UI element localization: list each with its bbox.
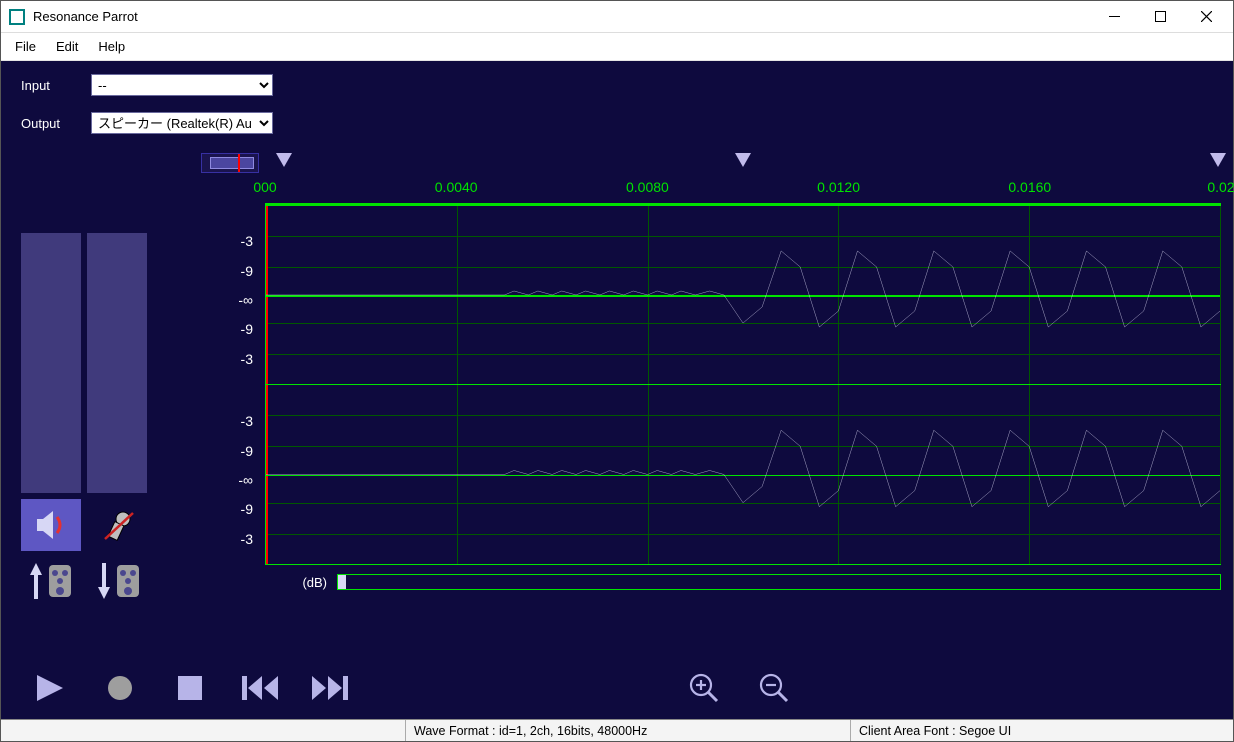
db-tick: -3 — [193, 413, 253, 429]
meter-right — [87, 233, 147, 493]
transport-bar — [1, 661, 1233, 719]
output-select[interactable]: スピーカー (Realtek(R) Au — [91, 112, 273, 134]
time-marker[interactable] — [276, 153, 292, 167]
db-tick: -∞ — [193, 472, 253, 488]
track-right[interactable] — [265, 385, 1221, 565]
db-scale: -3 -9 -∞ -9 -3 -3 -9 -∞ -9 -3 — [193, 151, 265, 661]
input-label: Input — [21, 78, 91, 93]
tracks — [265, 205, 1221, 565]
left-panel — [21, 151, 183, 661]
status-bar: Wave Format : id=1, 2ch, 16bits, 48000Hz… — [1, 719, 1233, 741]
effects-up-button[interactable] — [21, 555, 81, 607]
skip-start-button[interactable] — [231, 669, 289, 707]
db-tick: -9 — [193, 321, 253, 337]
h-zoom-in-button[interactable] — [675, 669, 733, 707]
app-icon — [9, 9, 25, 25]
client-area: Input -- Output スピーカー (Realtek(R) Au — [1, 61, 1233, 719]
db-tick: -3 — [193, 531, 253, 547]
db-tick: -3 — [193, 351, 253, 367]
io-panel: Input -- Output スピーカー (Realtek(R) Au — [1, 61, 1233, 151]
workspace: -3-9-∞-9-3-3-9-∞-9-3 (Sec) 0000.00400.00… — [1, 151, 1233, 661]
app-window: Resonance Parrot File Edit Help Input --… — [0, 0, 1234, 742]
db-unit-label: (dB) — [265, 575, 337, 590]
output-label: Output — [21, 116, 91, 131]
status-font: Client Area Font : Segoe UI — [851, 720, 1233, 741]
time-tick: 0.0120 — [817, 179, 860, 195]
maximize-button[interactable] — [1137, 2, 1183, 32]
time-tick: 0.0160 — [1008, 179, 1051, 195]
record-button[interactable] — [91, 669, 149, 707]
mic-toggle[interactable] — [89, 499, 149, 551]
skip-end-button[interactable] — [301, 669, 359, 707]
menu-bar: File Edit Help — [1, 33, 1233, 61]
db-tick: -9 — [193, 263, 253, 279]
overview-strip[interactable] — [201, 153, 259, 173]
speaker-toggle[interactable] — [21, 499, 81, 551]
db-tick: -3 — [193, 233, 253, 249]
position-bar[interactable] — [337, 574, 1221, 590]
effects-down-button[interactable] — [89, 555, 149, 607]
db-tick: -9 — [193, 443, 253, 459]
status-wave-format: Wave Format : id=1, 2ch, 16bits, 48000Hz — [406, 720, 851, 741]
time-tick: 0.02 — [1207, 179, 1234, 195]
title-bar: Resonance Parrot — [1, 1, 1233, 33]
play-button[interactable] — [21, 669, 79, 707]
stop-button[interactable] — [161, 669, 219, 707]
meter-left — [21, 233, 81, 493]
time-axis: (Sec) 0000.00400.00800.01200.01600.02 — [265, 175, 1221, 205]
level-meters — [21, 233, 183, 493]
window-title: Resonance Parrot — [33, 9, 1091, 24]
time-tick: 000 — [253, 179, 276, 195]
db-tick: -9 — [193, 501, 253, 517]
minimize-button[interactable] — [1091, 2, 1137, 32]
time-tick: 0.0040 — [435, 179, 478, 195]
time-marker[interactable] — [1210, 153, 1226, 167]
menu-file[interactable]: File — [5, 35, 46, 58]
track-left[interactable] — [265, 205, 1221, 385]
time-marker-row[interactable] — [265, 151, 1221, 175]
close-button[interactable] — [1183, 2, 1229, 32]
input-select[interactable]: -- — [91, 74, 273, 96]
time-tick: 0.0080 — [626, 179, 669, 195]
wave-area: (Sec) 0000.00400.00800.01200.01600.02 (d… — [265, 151, 1221, 661]
h-zoom-out-button[interactable] — [745, 669, 803, 707]
time-marker[interactable] — [735, 153, 751, 167]
db-tick: -∞ — [193, 292, 253, 308]
menu-edit[interactable]: Edit — [46, 35, 88, 58]
waveform-panel: -3-9-∞-9-3-3-9-∞-9-3 (Sec) 0000.00400.00… — [193, 151, 1221, 661]
menu-help[interactable]: Help — [88, 35, 135, 58]
